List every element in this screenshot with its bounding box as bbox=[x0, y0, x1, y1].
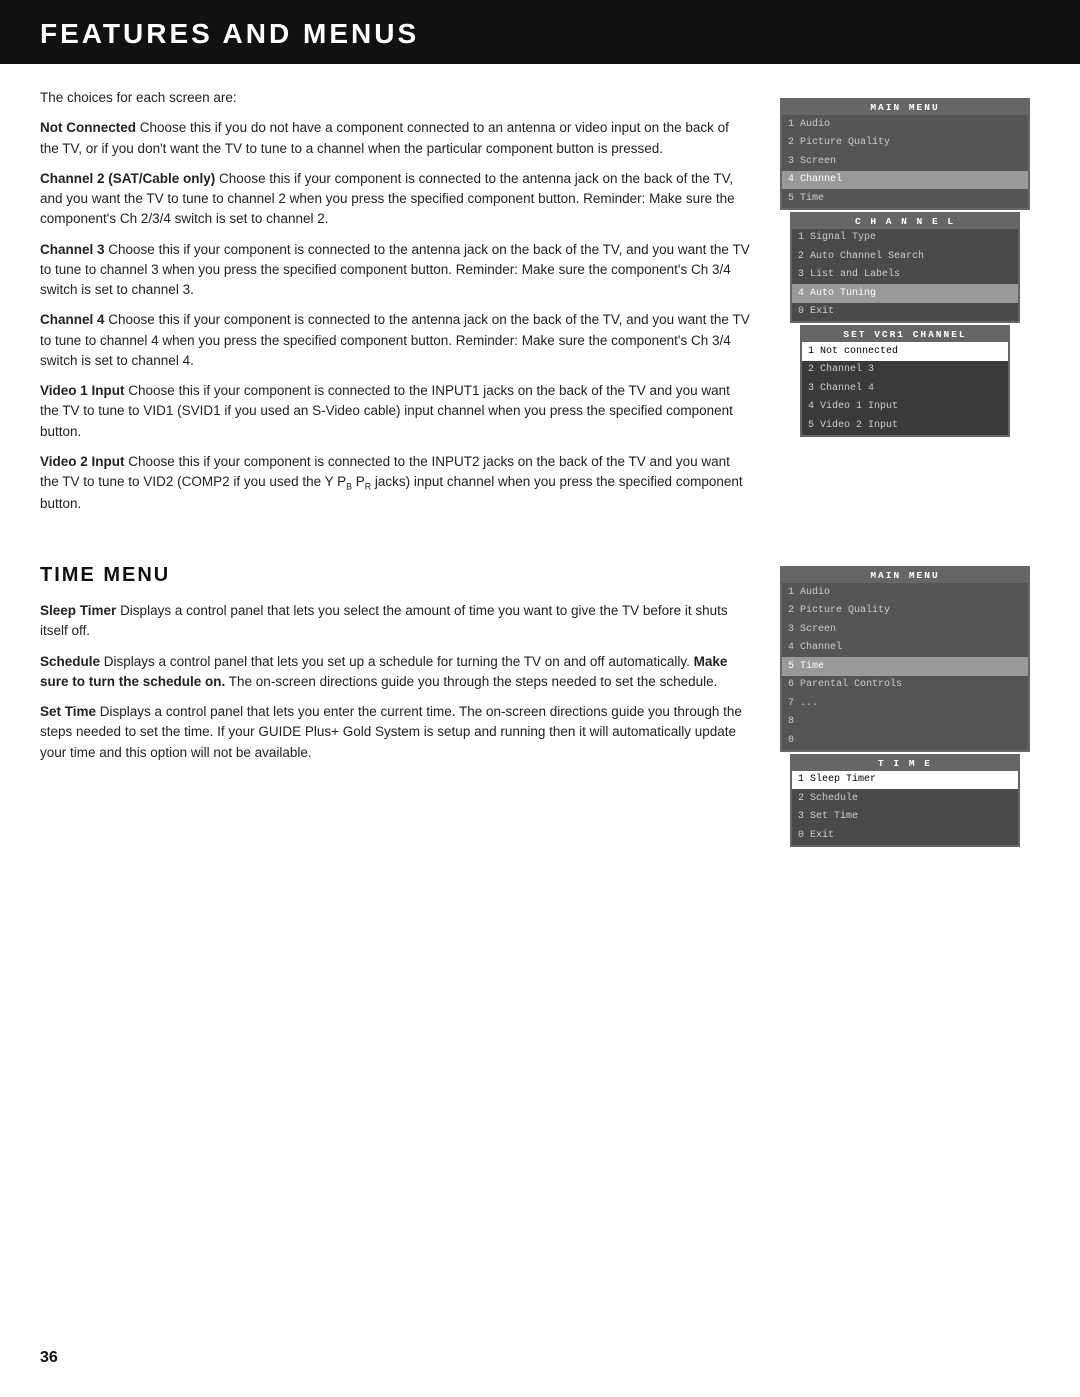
time-item-1: 1 Sleep Timer bbox=[792, 771, 1018, 790]
channel-item-3: 3 List and Labels bbox=[792, 266, 1018, 285]
main-menu-panel: MAIN MENU 1 Audio 2 Picture Quality 3 Sc… bbox=[780, 98, 1030, 210]
text-schedule: Displays a control panel that lets you s… bbox=[104, 654, 694, 669]
vcr1-submenu-title: SET VCR1 CHANNEL bbox=[802, 327, 1008, 342]
para-channel4: Channel 4 Choose this if your component … bbox=[40, 310, 750, 371]
bold-not-connected: Not Connected bbox=[40, 120, 136, 135]
channel-item-4: 4 Auto Tuning bbox=[792, 284, 1018, 303]
main-menu-item-3: 3 Screen bbox=[782, 152, 1028, 171]
time-menu-heading: TIME MENU bbox=[40, 564, 750, 587]
para-channel3: Channel 3 Choose this if your component … bbox=[40, 240, 750, 301]
main-menu-item-1: 1 Audio bbox=[782, 115, 1028, 134]
para-video1: Video 1 Input Choose this if your compon… bbox=[40, 381, 750, 442]
main-menu-item-4: 4 Channel bbox=[782, 171, 1028, 190]
right-column-menu1: MAIN MENU 1 Audio 2 Picture Quality 3 Sc… bbox=[780, 88, 1040, 526]
channel-item-2: 2 Auto Channel Search bbox=[792, 247, 1018, 266]
main-menu-2-item-8: 8 bbox=[782, 713, 1028, 732]
main-menu-2-item-6: 6 Parental Controls bbox=[782, 676, 1028, 695]
main-menu-2-item-1: 1 Audio bbox=[782, 583, 1028, 602]
vcr1-item-5: 5 Video 2 Input bbox=[802, 416, 1008, 435]
vcr1-item-3: 3 Channel 4 bbox=[802, 379, 1008, 398]
bold-video2: Video 2 Input bbox=[40, 454, 125, 469]
bold-channel4: Channel 4 bbox=[40, 312, 105, 327]
vcr1-item-4: 4 Video 1 Input bbox=[802, 398, 1008, 417]
vcr1-item-2: 2 Channel 3 bbox=[802, 361, 1008, 380]
para-schedule: Schedule Displays a control panel that l… bbox=[40, 652, 750, 693]
main-menu-item-2: 2 Picture Quality bbox=[782, 134, 1028, 153]
time-item-0: 0 Exit bbox=[792, 826, 1018, 845]
main-menu-title-2: MAIN MENU bbox=[782, 568, 1028, 583]
text-set-time: Displays a control panel that lets you e… bbox=[40, 704, 742, 760]
channel-item-1: 1 Signal Type bbox=[792, 229, 1018, 248]
page-number: 36 bbox=[40, 1349, 58, 1367]
menu1-container: MAIN MENU 1 Audio 2 Picture Quality 3 Sc… bbox=[780, 98, 1030, 437]
main-menu-title: MAIN MENU bbox=[782, 100, 1028, 115]
channel-submenu-title: C H A N N E L bbox=[792, 214, 1018, 229]
main-menu-2-item-7: 7 ... bbox=[782, 694, 1028, 713]
sub-r: R bbox=[365, 482, 371, 492]
text-video2: Choose this if your component is connect… bbox=[40, 454, 743, 511]
main-menu-item-5: 5 Time bbox=[782, 189, 1028, 208]
text-sleep-timer: Displays a control panel that lets you s… bbox=[40, 603, 728, 638]
intro-line: The choices for each screen are: bbox=[40, 88, 750, 108]
top-content-area: The choices for each screen are: Not Con… bbox=[0, 88, 1080, 526]
main-menu-2-item-5: 5 Time bbox=[782, 657, 1028, 676]
page-header: FEATURES AND MENUS bbox=[0, 0, 1080, 64]
bottom-content-area: TIME MENU Sleep Timer Displays a control… bbox=[0, 556, 1080, 849]
bold-set-time: Set Time bbox=[40, 704, 96, 719]
time-item-3: 3 Set Time bbox=[792, 808, 1018, 827]
bold-channel3: Channel 3 bbox=[40, 242, 105, 257]
text-video1: Choose this if your component is connect… bbox=[40, 383, 733, 439]
bold-video1: Video 1 Input bbox=[40, 383, 125, 398]
intro-section: The choices for each screen are: Not Con… bbox=[40, 88, 750, 514]
main-menu-2-item-0: 0 bbox=[782, 731, 1028, 750]
bottom-right-column: MAIN MENU 1 Audio 2 Picture Quality 3 Sc… bbox=[780, 556, 1040, 849]
para-video2: Video 2 Input Choose this if your compon… bbox=[40, 452, 750, 514]
main-menu-2-item-2: 2 Picture Quality bbox=[782, 602, 1028, 621]
text-schedule2: The on-screen directions guide you throu… bbox=[225, 674, 717, 689]
bottom-left-column: TIME MENU Sleep Timer Displays a control… bbox=[40, 556, 750, 849]
text-not-connected: Choose this if you do not have a compone… bbox=[40, 120, 729, 155]
channel-submenu-panel: C H A N N E L 1 Signal Type 2 Auto Chann… bbox=[790, 212, 1020, 324]
page-title: FEATURES AND MENUS bbox=[40, 18, 1040, 50]
vcr1-submenu-panel: SET VCR1 CHANNEL 1 Not connected 2 Chann… bbox=[800, 325, 1010, 437]
bold-schedule: Schedule bbox=[40, 654, 100, 669]
text-channel3: Choose this if your component is connect… bbox=[40, 242, 750, 298]
channel-item-0: 0 Exit bbox=[792, 303, 1018, 322]
main-menu-panel-2: MAIN MENU 1 Audio 2 Picture Quality 3 Sc… bbox=[780, 566, 1030, 752]
bold-sleep-timer: Sleep Timer bbox=[40, 603, 116, 618]
time-submenu-panel: T I M E 1 Sleep Timer 2 Schedule 3 Set T… bbox=[790, 754, 1020, 847]
menu2-container: MAIN MENU 1 Audio 2 Picture Quality 3 Sc… bbox=[780, 566, 1030, 847]
time-item-2: 2 Schedule bbox=[792, 789, 1018, 808]
para-channel2: Channel 2 (SAT/Cable only) Choose this i… bbox=[40, 169, 750, 230]
time-submenu-title: T I M E bbox=[792, 756, 1018, 771]
left-column: The choices for each screen are: Not Con… bbox=[40, 88, 750, 526]
main-menu-2-item-3: 3 Screen bbox=[782, 620, 1028, 639]
para-set-time: Set Time Displays a control panel that l… bbox=[40, 702, 750, 763]
para-not-connected: Not Connected Choose this if you do not … bbox=[40, 118, 750, 159]
main-menu-2-item-4: 4 Channel bbox=[782, 639, 1028, 658]
vcr1-item-1: 1 Not connected bbox=[802, 342, 1008, 361]
para-sleep-timer: Sleep Timer Displays a control panel tha… bbox=[40, 601, 750, 642]
sub-b: B bbox=[346, 482, 352, 492]
text-channel4: Choose this if your component is connect… bbox=[40, 312, 750, 368]
bold-channel2: Channel 2 (SAT/Cable only) bbox=[40, 171, 215, 186]
time-menu-text: Sleep Timer Displays a control panel tha… bbox=[40, 601, 750, 763]
